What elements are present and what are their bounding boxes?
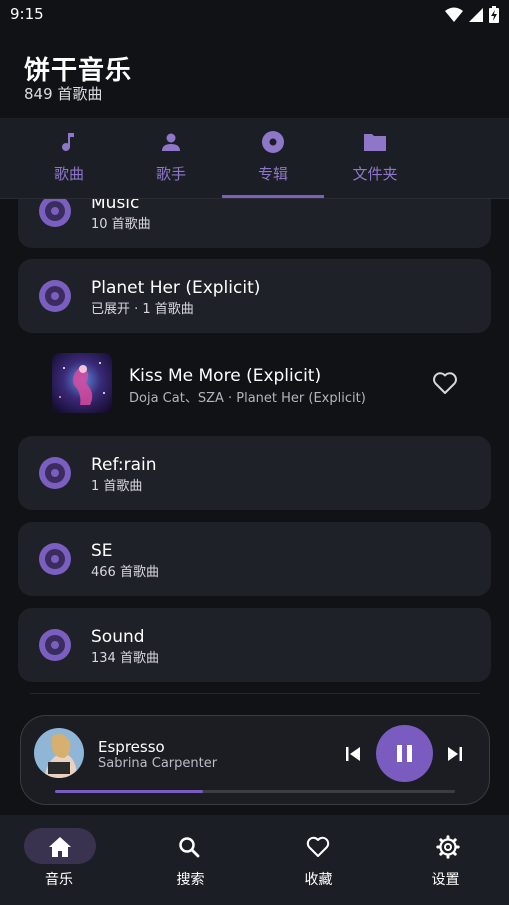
album-title: Sound [91, 627, 145, 647]
library-tabs: 歌曲 歌手 专辑 文件夹 [0, 118, 509, 199]
tab-label: 歌手 [155, 165, 186, 183]
nav-search[interactable]: 搜索 [127, 815, 254, 905]
battery-icon [489, 6, 499, 23]
album-song-count: 134 首歌曲 [91, 651, 159, 666]
song-count: 849 首歌曲 [24, 85, 103, 103]
music-note-icon [62, 133, 74, 151]
album-title: Planet Her (Explicit) [91, 278, 261, 298]
album-song-count: 1 首歌曲 [91, 479, 143, 494]
nav-music[interactable]: 音乐 [0, 815, 127, 905]
home-icon [49, 837, 71, 857]
nav-label: 收藏 [304, 872, 333, 888]
heart-icon [306, 836, 330, 857]
album-icon [262, 131, 284, 153]
tab-label: 文件夹 [352, 165, 398, 183]
album-card[interactable]: SE 466 首歌曲 [18, 522, 491, 596]
album-disc-icon [39, 543, 71, 575]
person-icon [162, 133, 180, 151]
album-title: SE [91, 541, 113, 561]
skip-previous-icon[interactable] [343, 744, 363, 764]
skip-next-icon[interactable] [445, 744, 465, 764]
mini-player[interactable]: Espresso Sabrina Carpenter [20, 715, 490, 805]
album-disc-icon [39, 629, 71, 661]
tab-label: 专辑 [257, 165, 288, 183]
pause-icon [397, 745, 412, 762]
tab-albums[interactable]: 专辑 [222, 118, 324, 198]
tab-artists[interactable]: 歌手 [120, 118, 222, 198]
tab-label: 歌曲 [53, 165, 84, 183]
album-disc-icon [39, 280, 71, 312]
bottom-navigation: 音乐 搜索 收藏 设置 [0, 815, 509, 905]
album-card[interactable]: Ref:rain 1 首歌曲 [18, 436, 491, 510]
status-icons [445, 6, 499, 23]
album-card[interactable]: Sound 134 首歌曲 [18, 608, 491, 682]
playback-progress[interactable] [55, 790, 455, 793]
nav-settings[interactable]: 设置 [382, 815, 509, 905]
song-artist-album: Doja Cat、SZA · Planet Her (Explicit) [129, 391, 366, 406]
album-title: Music [91, 199, 140, 213]
app-header: 饼干音乐 849 首歌曲 [0, 32, 509, 118]
tab-folders[interactable]: 文件夹 [324, 118, 426, 198]
nav-label: 音乐 [45, 872, 73, 888]
nav-label: 搜索 [176, 872, 205, 888]
gear-icon [436, 835, 460, 859]
nav-favorites[interactable]: 收藏 [255, 815, 382, 905]
tab-songs[interactable]: 歌曲 [18, 118, 120, 198]
album-song-count: 10 首歌曲 [91, 217, 151, 232]
album-title: Ref:rain [91, 455, 157, 475]
album-card[interactable]: Planet Her (Explicit) 已展开 · 1 首歌曲 [18, 259, 491, 333]
favorite-heart-icon[interactable] [432, 371, 458, 395]
folder-icon [364, 134, 386, 151]
now-playing-artist: Sabrina Carpenter [98, 756, 218, 771]
now-playing-title: Espresso [98, 738, 165, 756]
status-bar: 9:15 [0, 0, 509, 32]
playback-progress-fill [55, 790, 203, 793]
divider [30, 693, 480, 694]
album-song-count: 已展开 · 1 首歌曲 [91, 302, 194, 317]
wifi-icon [445, 7, 463, 22]
search-icon [179, 837, 200, 858]
status-time: 9:15 [10, 5, 44, 23]
song-title: Kiss Me More (Explicit) [129, 366, 322, 386]
album-list[interactable]: Music 10 首歌曲 Planet Her (Explicit) 已展开 ·… [0, 199, 509, 695]
album-artwork [52, 353, 112, 413]
nav-label: 设置 [431, 872, 460, 888]
album-disc-icon [39, 199, 71, 227]
app-title: 饼干音乐 [24, 56, 133, 86]
album-card[interactable]: Music 10 首歌曲 [18, 199, 491, 248]
now-playing-artwork [34, 728, 84, 778]
song-row[interactable]: Kiss Me More (Explicit) Doja Cat、SZA · P… [18, 343, 491, 423]
signal-icon [469, 7, 483, 22]
pause-button[interactable] [376, 725, 433, 782]
album-disc-icon [39, 457, 71, 489]
tab-indicator [222, 195, 324, 198]
album-song-count: 466 首歌曲 [91, 565, 159, 580]
